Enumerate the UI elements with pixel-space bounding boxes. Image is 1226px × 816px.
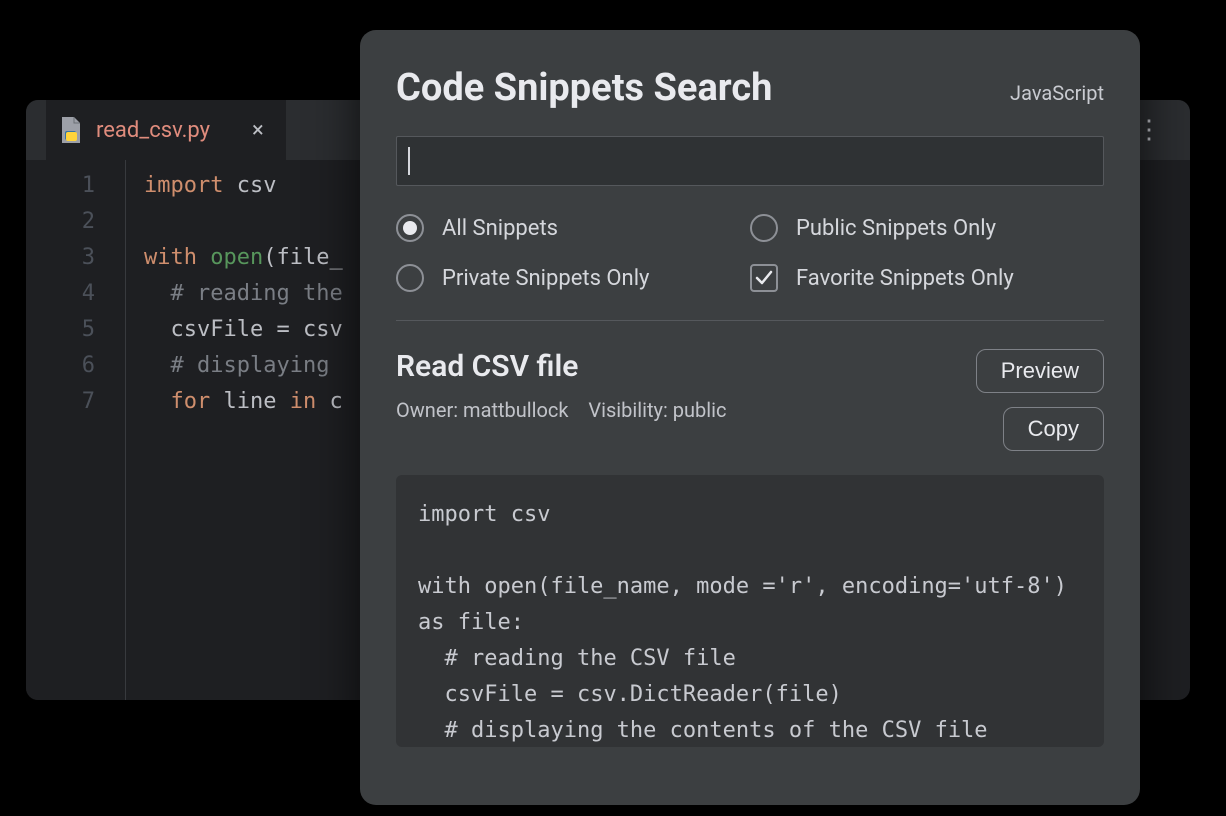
panel-title: Code Snippets Search	[396, 66, 772, 110]
search-wrapper	[396, 136, 1104, 186]
code-token: =	[263, 317, 303, 342]
line-number: 2	[26, 204, 125, 240]
editor-tab-filename: read_csv.py	[96, 118, 210, 143]
result-meta: Owner: mattbullock Visibility: public	[396, 398, 726, 422]
owner-value: mattbullock	[463, 398, 569, 422]
code-token: for	[171, 389, 211, 414]
filter-label: Private Snippets Only	[442, 266, 649, 291]
radio-icon	[396, 264, 424, 292]
code-token: (file_	[263, 245, 342, 270]
snippets-search-panel: Code Snippets Search JavaScript All Snip…	[360, 30, 1140, 805]
result-info: Read CSV file Owner: mattbullock Visibil…	[396, 349, 726, 422]
preview-button[interactable]: Preview	[976, 349, 1104, 393]
line-number: 4	[26, 276, 125, 312]
line-number: 6	[26, 348, 125, 384]
filter-label: Favorite Snippets Only	[796, 266, 1014, 291]
panel-header: Code Snippets Search JavaScript	[396, 66, 1104, 110]
line-number: 3	[26, 240, 125, 276]
filter-favorite-snippets[interactable]: Favorite Snippets Only	[750, 264, 1104, 292]
code-token: import	[144, 173, 223, 198]
visibility-value: public	[673, 398, 727, 422]
code-token: c	[316, 389, 343, 414]
filter-label: Public Snippets Only	[796, 216, 996, 241]
radio-icon	[750, 214, 778, 242]
filter-options: All Snippets Public Snippets Only Privat…	[396, 214, 1104, 321]
code-token: line	[224, 389, 277, 414]
code-token: with	[144, 245, 197, 270]
code-token: # reading the	[171, 281, 343, 306]
editor-code-area[interactable]: import csv with open(file_ # reading the…	[126, 160, 361, 700]
owner-label: Owner:	[396, 398, 463, 422]
search-result: Read CSV file Owner: mattbullock Visibil…	[396, 349, 1104, 451]
code-token: csvFile	[171, 317, 264, 342]
line-number: 1	[26, 168, 125, 204]
search-input[interactable]	[396, 136, 1104, 186]
code-token: csv	[237, 173, 277, 198]
line-number-gutter: 1 2 3 4 5 6 7	[26, 160, 126, 700]
filter-private-snippets[interactable]: Private Snippets Only	[396, 264, 750, 292]
close-tab-icon[interactable]: ×	[252, 118, 264, 143]
python-file-icon	[60, 117, 82, 143]
code-token: # displaying	[171, 353, 343, 378]
copy-button[interactable]: Copy	[1003, 407, 1104, 451]
filter-public-snippets[interactable]: Public Snippets Only	[750, 214, 1104, 242]
line-number: 7	[26, 384, 125, 420]
filter-label: All Snippets	[442, 216, 558, 241]
visibility-label: Visibility:	[588, 398, 672, 422]
radio-icon	[396, 214, 424, 242]
text-caret	[408, 147, 410, 175]
result-title: Read CSV file	[396, 349, 726, 384]
result-actions: Preview Copy	[976, 349, 1104, 451]
filter-all-snippets[interactable]: All Snippets	[396, 214, 750, 242]
code-token: in	[290, 389, 317, 414]
code-token: csv	[303, 317, 343, 342]
snippet-code-preview[interactable]: import csv with open(file_name, mode ='r…	[396, 475, 1104, 747]
checkbox-icon	[750, 264, 778, 292]
panel-language: JavaScript	[1010, 81, 1104, 105]
editor-tab[interactable]: read_csv.py ×	[46, 100, 286, 160]
line-number: 5	[26, 312, 125, 348]
code-token: open	[210, 245, 263, 270]
